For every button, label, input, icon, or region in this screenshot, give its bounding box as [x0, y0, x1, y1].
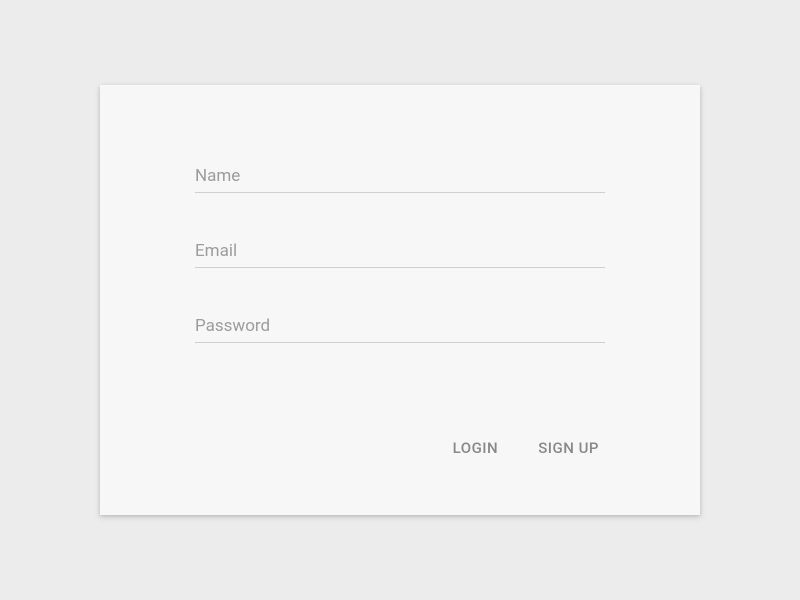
password-input[interactable]	[195, 310, 605, 343]
name-input[interactable]	[195, 160, 605, 193]
password-field-wrapper	[195, 310, 605, 343]
signup-button[interactable]: SIGN UP	[532, 431, 605, 465]
login-card: LOGIN SIGN UP	[100, 85, 700, 515]
login-button[interactable]: LOGIN	[447, 431, 505, 465]
email-field-wrapper	[195, 235, 605, 268]
email-input[interactable]	[195, 235, 605, 268]
name-field-wrapper	[195, 160, 605, 193]
form-actions: LOGIN SIGN UP	[195, 431, 605, 475]
